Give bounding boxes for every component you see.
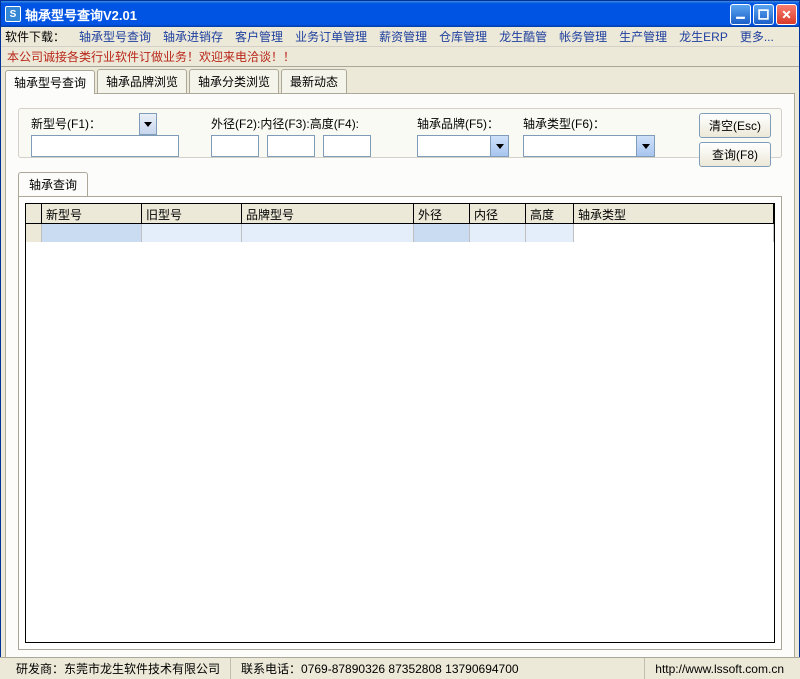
menubar: 软件下载： 轴承型号查询 轴承进销存 客户管理 业务订单管理 薪资管理 仓库管理…: [1, 27, 799, 47]
menu-item-erp[interactable]: 龙生ERP: [673, 26, 734, 47]
menu-item-more[interactable]: 更多...: [734, 26, 780, 47]
window-title: 轴承型号查询V2.01: [25, 5, 730, 24]
app-icon: S: [5, 6, 21, 22]
main-tabs: 轴承型号查询 轴承品牌浏览 轴承分类浏览 最新动态: [5, 69, 795, 93]
minimize-button[interactable]: [730, 4, 751, 25]
cell: [142, 224, 242, 242]
f6-label: 轴承类型(F6)：: [523, 115, 605, 132]
f3-input[interactable]: [267, 135, 315, 157]
chevron-down-icon: [496, 144, 504, 149]
grid-header: 新型号 旧型号 品牌型号 外径 内径 高度 轴承类型: [26, 204, 774, 224]
row-selector[interactable]: [26, 224, 42, 242]
f1-input[interactable]: [31, 135, 179, 157]
f5-select[interactable]: [417, 135, 509, 157]
status-dev: 研发商：东莞市龙生软件技术有限公司: [6, 658, 231, 679]
cell: [42, 224, 142, 242]
tab-category-browse[interactable]: 轴承分类浏览: [189, 69, 279, 93]
col-old-model[interactable]: 旧型号: [142, 204, 242, 224]
query-button[interactable]: 查询(F8): [699, 142, 771, 167]
col-brand-model[interactable]: 品牌型号: [242, 204, 414, 224]
menu-item-order[interactable]: 业务订单管理: [289, 26, 373, 47]
menu-item-warehouse[interactable]: 仓库管理: [433, 26, 493, 47]
menu-item-cooler[interactable]: 龙生酷管: [493, 26, 553, 47]
cell: [574, 224, 774, 242]
status-url[interactable]: http://www.lssoft.com.cn: [655, 662, 784, 676]
col-inner[interactable]: 内径: [470, 204, 526, 224]
f6-select[interactable]: [523, 135, 655, 157]
menu-item-production[interactable]: 生产管理: [613, 26, 673, 47]
tab-news[interactable]: 最新动态: [281, 69, 347, 93]
cell: [414, 224, 470, 242]
status-contact: 联系电话：0769-87890326 87352808 13790694700: [231, 658, 645, 679]
close-button[interactable]: [776, 4, 797, 25]
titlebar: S 轴承型号查询V2.01: [1, 1, 799, 27]
cell: [242, 224, 414, 242]
col-height[interactable]: 高度: [526, 204, 574, 224]
menu-item-model-query[interactable]: 轴承型号查询: [73, 26, 157, 47]
menubar-label: 软件下载：: [5, 28, 65, 45]
tab-content: 新型号(F1)： 外径(F2):内径(F3):高度(F4): 轴承品牌(F5)：…: [5, 93, 795, 661]
col-new-model[interactable]: 新型号: [42, 204, 142, 224]
cell: [470, 224, 526, 242]
clear-button[interactable]: 清空(Esc): [699, 113, 771, 138]
tab-brand-browse[interactable]: 轴承品牌浏览: [97, 69, 187, 93]
inner-tab-query[interactable]: 轴承查询: [18, 172, 88, 196]
f1-label: 新型号(F1)：: [31, 115, 101, 132]
menu-item-customer[interactable]: 客户管理: [229, 26, 289, 47]
menu-item-inventory[interactable]: 轴承进销存: [157, 26, 229, 47]
f5-label: 轴承品牌(F5)：: [417, 115, 499, 132]
chevron-down-icon: [144, 122, 152, 127]
tab-model-query[interactable]: 轴承型号查询: [5, 70, 95, 94]
cell: [526, 224, 574, 242]
results-panel: 新型号 旧型号 品牌型号 外径 内径 高度 轴承类型: [18, 196, 782, 650]
chevron-down-icon: [642, 144, 650, 149]
grid-row[interactable]: [26, 224, 774, 242]
search-panel: 新型号(F1)： 外径(F2):内径(F3):高度(F4): 轴承品牌(F5)：…: [18, 108, 782, 158]
f234-label: 外径(F2):内径(F3):高度(F4):: [211, 115, 359, 132]
menu-item-accounts[interactable]: 帐务管理: [553, 26, 613, 47]
f4-input[interactable]: [323, 135, 371, 157]
grid-corner: [26, 204, 42, 224]
announcement-bar: 本公司诚接各类行业软件订做业务！欢迎来电洽谈！！: [1, 47, 799, 67]
menu-item-salary[interactable]: 薪资管理: [373, 26, 433, 47]
results-grid[interactable]: 新型号 旧型号 品牌型号 外径 内径 高度 轴承类型: [25, 203, 775, 643]
col-type[interactable]: 轴承类型: [574, 204, 774, 224]
statusbar: 研发商：东莞市龙生软件技术有限公司 联系电话：0769-87890326 873…: [0, 657, 800, 679]
f1-dropdown-button[interactable]: [139, 113, 157, 135]
maximize-button[interactable]: [753, 4, 774, 25]
f2-input[interactable]: [211, 135, 259, 157]
col-outer[interactable]: 外径: [414, 204, 470, 224]
